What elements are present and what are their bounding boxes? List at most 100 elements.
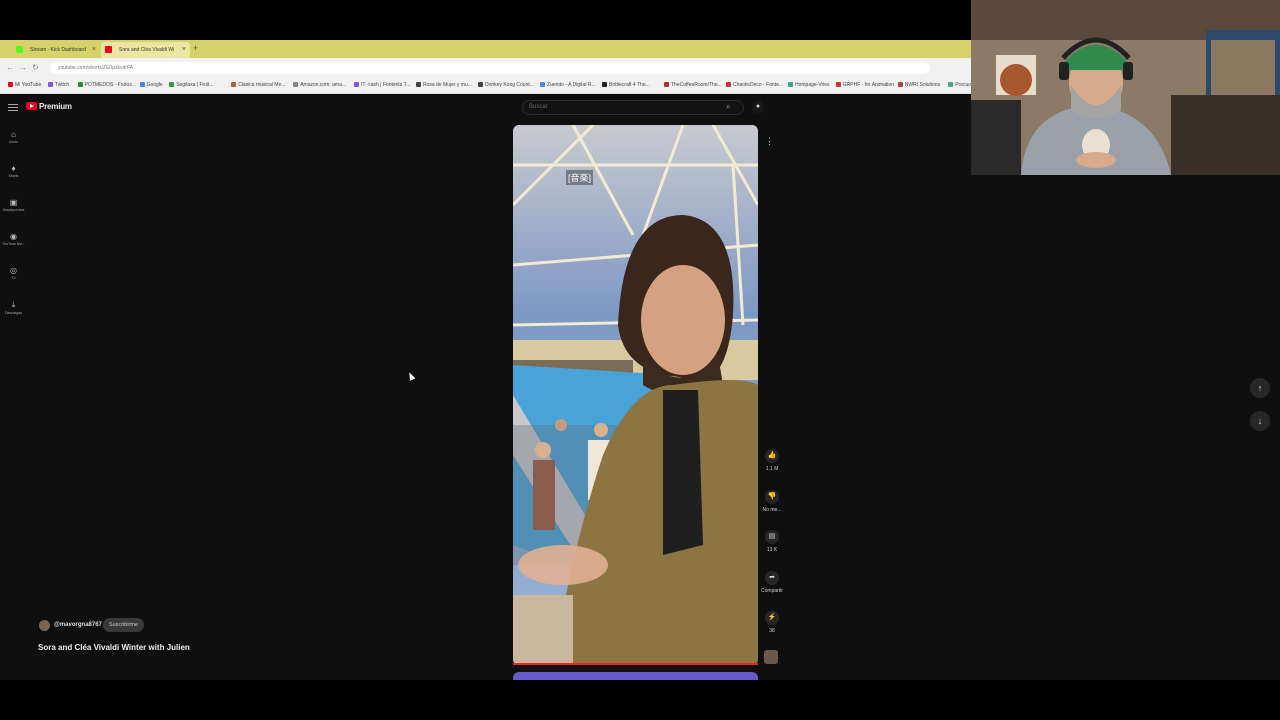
share-button[interactable]: ➦ Compartir <box>760 570 784 594</box>
bookmark-favicon-icon <box>354 82 359 88</box>
channel-avatar[interactable] <box>764 650 778 664</box>
sidebar-item-youtube-mu[interactable]: ◉ YouTube Mu... <box>0 232 27 246</box>
bookmark-item[interactable]: Google <box>139 82 163 88</box>
sidebar-item-label: Descargas <box>5 311 22 315</box>
bookmark-item[interactable]: Bottlecraft 4 The... <box>602 82 650 88</box>
bookmark-label: POTMEDOS - Frutos... <box>84 82 136 88</box>
bookmark-label: Segilaxa | Fruit... <box>176 82 214 88</box>
bookmark-label: Clasica musical Me... <box>238 82 286 88</box>
bookmark-favicon-icon <box>788 82 793 88</box>
remix-button[interactable]: ⚡ 38 <box>760 611 784 634</box>
kick-favicon-icon <box>16 46 23 53</box>
webcam-overlay <box>971 0 1280 175</box>
bookmark-item[interactable]: Amazon.com: ama... <box>293 82 346 88</box>
subscriptions-icon: ▣ <box>9 198 18 207</box>
close-tab-icon[interactable]: × <box>182 46 186 53</box>
bookmark-favicon-icon <box>478 82 483 88</box>
bookmark-item[interactable]: NWRI Solutions <box>897 82 941 88</box>
webcam-feed <box>971 0 1280 175</box>
back-icon[interactable]: ← <box>6 63 14 72</box>
home-icon: ⌂ <box>11 130 16 139</box>
bookmark-item[interactable]: TheCoffeeRoom/The... <box>664 82 722 88</box>
next-short-preview[interactable] <box>513 672 758 680</box>
address-bar-row: ← → ↻ youtube.com/shorts/ZE0pzkvdrFA <box>0 58 971 78</box>
bookmark-label: TheCoffeeRoom/The... <box>671 82 722 88</box>
dislike-button[interactable]: 👎 No me... <box>760 489 784 513</box>
short-video-player[interactable] <box>513 125 758 665</box>
subscribe-button[interactable]: Suscribirme <box>103 618 145 632</box>
sidebar-item-shorts[interactable]: ♦ Shorts <box>0 164 27 178</box>
dislike-icon: 👎 <box>765 489 779 504</box>
bookmark-item[interactable]: Hompage-Vries <box>788 82 830 88</box>
bookmark-item[interactable]: GRPHF - for Animation <box>835 82 894 88</box>
youtube-page: Premium Buscar ⌕ ● ⌂ Inicio ♦ Shorts ▣ Suscri… <box>0 94 971 680</box>
share-count: Compartir <box>761 587 783 594</box>
mic-icon[interactable]: ● <box>752 101 764 113</box>
you-icon: ◎ <box>10 266 17 275</box>
bookmark-item[interactable]: POTMEDOS - Frutos... <box>77 82 136 88</box>
reload-icon[interactable]: ↻ <box>32 63 39 72</box>
bookmark-item[interactable]: ChaoticDeco - Fonte... <box>726 82 783 88</box>
new-tab-button[interactable]: + <box>193 43 198 53</box>
bookmark-favicon-icon <box>416 82 421 88</box>
sidebar-item-t[interactable]: ◎ Tú <box>0 266 27 280</box>
bookmark-item[interactable]: Segilaxa | Fruit... <box>169 82 214 88</box>
bookmark-favicon-icon <box>726 82 731 88</box>
sidebar-item-label: Shorts <box>8 174 19 178</box>
channel-handle[interactable]: @mavorgna8767 <box>54 622 102 628</box>
search-icon[interactable]: ⌕ <box>726 102 736 112</box>
sidebar-item-label: Tú <box>11 276 16 280</box>
comments-button[interactable]: ▤ 13 K <box>760 530 784 553</box>
next-short-button[interactable]: ↓ <box>1250 411 1270 431</box>
bookmark-label: Amazon.com: ama... <box>300 82 347 88</box>
bookmark-label: Zuendo - A Digital R... <box>547 82 596 88</box>
bookmark-favicon-icon <box>897 82 903 88</box>
bookmark-item[interactable]: IT- cash | Fontenla T... <box>354 82 410 88</box>
sidebar-item-inicio[interactable]: ⌂ Inicio <box>0 130 27 144</box>
sidebar-item-label: Inicio <box>9 140 18 144</box>
bookmark-favicon-icon <box>231 82 237 88</box>
bookmark-label: Bottlecraft 4 The... <box>609 82 650 88</box>
search-input[interactable]: Buscar <box>522 100 744 115</box>
avatar[interactable] <box>39 620 50 631</box>
close-tab-icon[interactable]: × <box>92 46 96 53</box>
browser-tab-kick[interactable]: Stream - Kick Dashboard × <box>12 42 100 58</box>
video-progress-bar[interactable] <box>513 663 758 665</box>
menu-icon[interactable] <box>8 104 18 111</box>
more-options-icon[interactable]: ⋮ <box>765 136 774 147</box>
like-count: 1,1 M <box>765 466 779 472</box>
bookmarks-bar: Mi YouTube Twitch POTMEDOS - Frutos... Goog… <box>0 78 1048 94</box>
forward-icon[interactable]: → <box>19 63 27 72</box>
bookmark-favicon-icon <box>139 82 145 88</box>
comments-count: 13 K <box>766 547 778 553</box>
bookmark-favicon-icon <box>948 82 954 88</box>
like-button[interactable]: 👍 1,1 M <box>760 449 784 472</box>
youtube-page-right <box>971 175 1280 680</box>
bookmark-item[interactable]: Donkey Kong Count... <box>478 82 534 88</box>
share-icon: ➦ <box>765 570 779 585</box>
comments-icon: ▤ <box>765 530 779 544</box>
sidebar-item-descargas[interactable]: ⤓ Descargas <box>0 300 27 315</box>
bookmark-item[interactable]: Twitch <box>48 82 69 88</box>
sidebar-item-label: YouTube Mu... <box>2 242 25 246</box>
bookmark-favicon-icon <box>664 82 669 88</box>
bookmark-label: Rosa de Mujer y mu... <box>423 82 472 88</box>
bookmark-label: Mi YouTube <box>15 82 42 88</box>
bookmark-favicon-icon <box>48 82 53 88</box>
bookmark-item[interactable]: Clasica musical Me... <box>231 82 285 88</box>
bookmark-item[interactable]: Zuendo - A Digital R... <box>540 82 596 88</box>
bookmark-label: NWRI Solutions <box>904 82 941 88</box>
url-input[interactable]: youtube.com/shorts/ZE0pzkvdrFA <box>50 62 930 74</box>
browser-tab-youtube[interactable]: Sora and Cléa Vivaldi Wi × <box>101 42 190 58</box>
bookmark-label: GRPHF - for Animation <box>842 82 894 88</box>
bookmark-favicon-icon <box>835 82 841 88</box>
video-title[interactable]: Sora and Cléa Vivaldi Winter with Julien <box>38 643 190 652</box>
sidebar-item-suscripciones[interactable]: ▣ Suscripciones <box>0 198 27 212</box>
youtube-logo[interactable]: Premium <box>26 102 72 111</box>
bookmark-item[interactable]: Rosa de Mujer y mu... <box>416 82 472 88</box>
tab-label: Stream - Kick Dashboard <box>30 47 86 53</box>
bookmark-item[interactable]: Mi YouTube <box>8 82 41 88</box>
previous-short-button[interactable]: ↑ <box>1250 378 1270 398</box>
video-frame <box>513 125 758 665</box>
dislike-count: No me... <box>762 506 782 513</box>
